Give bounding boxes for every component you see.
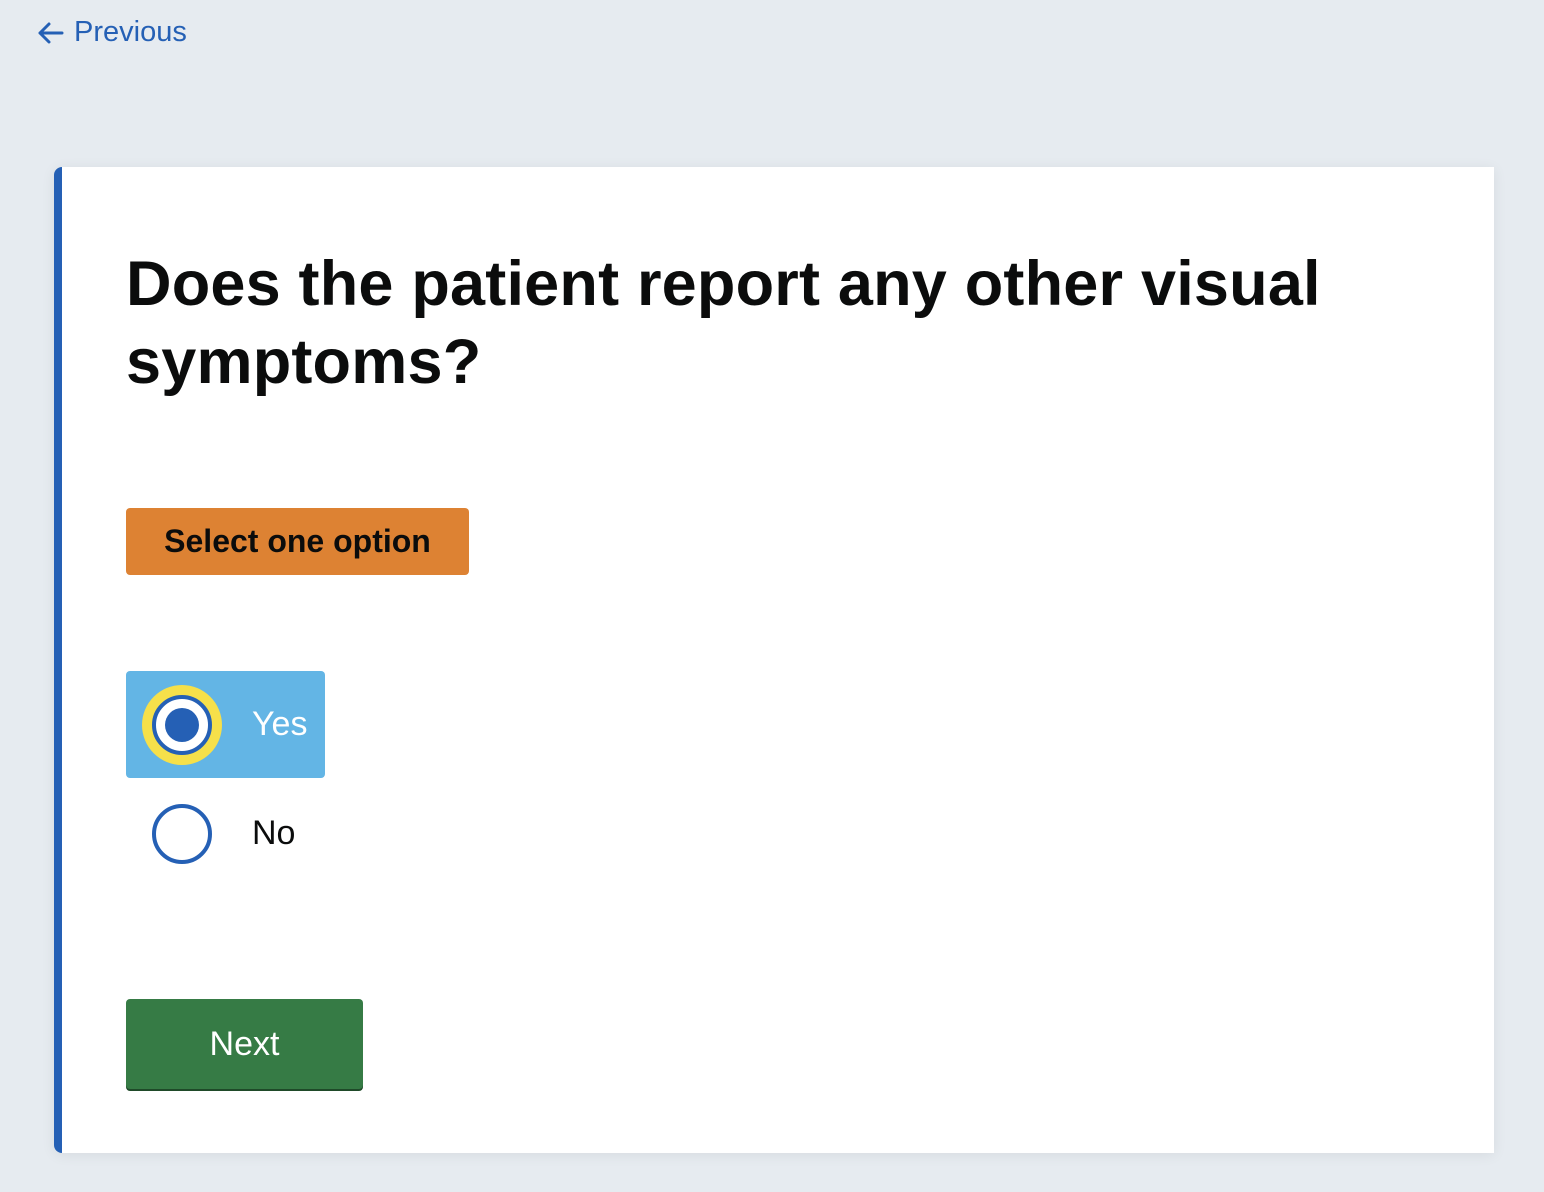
option-no-label: No	[252, 814, 296, 852]
previous-link[interactable]: Previous	[36, 16, 187, 49]
hint-badge: Select one option	[126, 508, 469, 575]
radio-selected-dot	[165, 707, 199, 742]
next-button[interactable]: Next	[126, 999, 363, 1089]
radio-yes[interactable]	[142, 684, 222, 765]
question-card: Does the patient report any other visual…	[54, 167, 1494, 1153]
radio-ring-no	[152, 803, 212, 864]
option-no[interactable]: No	[126, 780, 325, 887]
radio-no[interactable]	[152, 803, 212, 864]
option-yes[interactable]: Yes	[126, 671, 325, 778]
arrow-left-icon	[36, 21, 64, 45]
option-yes-label: Yes	[252, 705, 308, 743]
question-title: Does the patient report any other visual…	[126, 249, 1321, 397]
previous-label: Previous	[74, 16, 187, 48]
